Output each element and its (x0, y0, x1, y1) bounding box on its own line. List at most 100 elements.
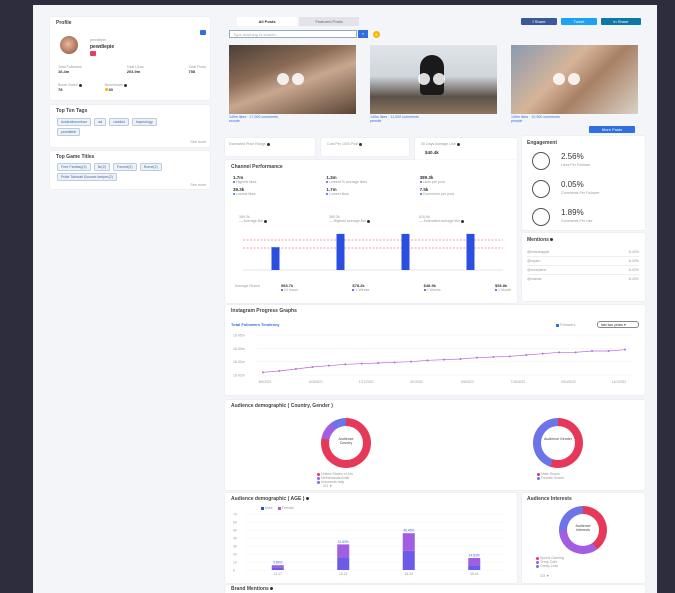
data-point (377, 362, 380, 364)
posts-section: All Posts Featured Posts f Share Tweet i… (225, 17, 645, 137)
info-icon[interactable] (550, 238, 554, 242)
data-point (574, 351, 577, 354)
more-posts-button[interactable]: More Posts (589, 126, 635, 133)
data-point (525, 354, 528, 356)
y-tick-label: 40 (233, 536, 237, 540)
data-point (360, 362, 363, 365)
bar-value-label: 31.83% (338, 540, 349, 544)
data-point (278, 370, 281, 372)
play-icon[interactable] (277, 73, 289, 85)
linkedin-share-button[interactable]: in Share (601, 18, 641, 25)
x-tick-label: 8/5/2021 (259, 380, 272, 384)
channel-performance-card: Channel Performance 1.7m Highest likes 1.… (225, 160, 517, 303)
game-title-pill[interactable]: Rome(2) (139, 163, 162, 171)
video-icon (292, 73, 304, 85)
data-point (294, 368, 297, 370)
avatar (60, 36, 78, 54)
stat-likes: Total Likes 203.9m (126, 65, 144, 74)
post-card[interactable]: 140m likes · 11,000 comments pewdie (370, 45, 497, 124)
post-thumbnail[interactable] (229, 45, 356, 114)
x-tick-label: 7/18/2022 (511, 380, 526, 384)
age-bar-female (337, 544, 350, 558)
play-icon[interactable] (553, 73, 565, 85)
twitter-tweet-button[interactable]: Tweet (561, 18, 597, 25)
x-tick-label: 25-34 (405, 572, 414, 576)
profile-edit-icon[interactable] (200, 30, 206, 35)
stat-posts: Total Posts 758 (188, 65, 206, 74)
tag-pill[interactable]: nzddist (109, 118, 129, 126)
tag-pill[interactable]: trapnology (131, 118, 157, 126)
tag-pill[interactable]: #videoliveontour (57, 118, 92, 126)
post-card[interactable]: 140m likes · 10,900 comments pewpie (511, 45, 638, 124)
post-thumbnail[interactable] (370, 45, 497, 114)
timeframe-dropdown[interactable]: last two years ▾ (597, 321, 639, 328)
mention-row[interactable]: @marzia 8.43% (527, 275, 639, 283)
bar-stat: 389.3k — Average like (239, 215, 329, 223)
data-point (344, 363, 347, 366)
gender-legend: Male Suses Female Suses (537, 472, 564, 480)
profile-stats: Total Followers 16.4m Total Likes 203.9m T… (58, 65, 206, 74)
tags-see-more-link[interactable]: See more (190, 140, 206, 144)
tag-pill[interactable]: pewdiebit (57, 128, 81, 136)
y-tick-label: 16.42m (233, 374, 245, 378)
mention-row[interactable]: @brianeapple 8.43% (527, 248, 639, 257)
facebook-share-button[interactable]: f Share (521, 18, 557, 25)
bar-stats-row: 389.3k — Average like 389.3k — Highest ave… (239, 215, 509, 223)
game-title-pill[interactable]: Nr(2) (93, 163, 110, 171)
reach-item: $78.2k 1 Weeks (352, 283, 370, 292)
progress-subheading: Total Followers Tendency (231, 322, 280, 327)
info-icon[interactable] (270, 587, 274, 591)
age-bar-chart: 70 60 50 40 30 20 10 0 5.89% 13-17 31.83% 18-24 46.4… (233, 512, 507, 576)
video-icon (433, 73, 445, 85)
channel-stat: 39.3k Lowest likes (233, 187, 256, 196)
tab-featured-posts[interactable]: Featured Posts (299, 17, 359, 26)
demographics-country-heading: Audience demographic ( Country, Gender ) (231, 403, 333, 409)
post-author[interactable]: ecoute (229, 119, 356, 123)
bar-value-label: 14.83% (469, 554, 480, 558)
info-icon[interactable] (359, 142, 363, 146)
x-tick-label: 9/10/2022 (561, 380, 576, 384)
followers-line (262, 349, 626, 373)
reach-legend: 983.7k 24 hours $78.2k 1 Weeks $48.9k 3 Wee… (281, 283, 511, 292)
price-range-card: Estimated Price Range (225, 138, 315, 156)
games-see-more-link[interactable]: See more (190, 183, 206, 187)
x-tick-label: 11/1/2022 (612, 380, 627, 384)
interests-legend-pager[interactable]: 2/3 ▼ (540, 574, 550, 578)
progress-legend: Followers (556, 323, 575, 327)
channel-performance-heading: Channel Performance (231, 164, 283, 170)
channel-bar-chart (243, 233, 503, 271)
data-point (393, 361, 396, 364)
progress-heading: Instagram Progress Graphs (231, 308, 297, 314)
instagram-icon (90, 51, 96, 56)
post-card[interactable]: 140m likes · 17,000 comments ecoute (229, 45, 356, 124)
mention-row[interactable]: @zoreplane 8.43% (527, 266, 639, 275)
info-icon[interactable] (305, 497, 309, 501)
search-input[interactable]: Type anything to search... (229, 30, 357, 38)
age-bar-female (468, 558, 481, 566)
data-point (262, 371, 264, 374)
gender-donut: Audience Gender (533, 418, 583, 468)
game-title-pill[interactable]: Pride Tahrirah Bounce keeper(2) (57, 173, 117, 181)
post-author[interactable]: pewpie (511, 119, 638, 123)
country-legend-pager[interactable]: 2/3 ▼ (323, 484, 333, 488)
tab-all-posts[interactable]: All Posts (237, 17, 297, 26)
post-thumbnail[interactable] (511, 45, 638, 114)
search-button[interactable]: ⌕ (358, 30, 368, 38)
benchmark-score: Benchmark 60 (104, 83, 128, 92)
video-icon (568, 73, 580, 85)
post-author[interactable]: pewdie (370, 119, 497, 123)
mention-row[interactable]: @mpzm 8.43% (527, 257, 639, 266)
play-icon[interactable] (418, 73, 430, 85)
interests-legend: Sports Gaming Temp Cafe Camp Less (536, 556, 564, 568)
average-reach-label: Average Reach (235, 284, 260, 288)
info-icon[interactable] (456, 142, 460, 146)
audience-interests-heading: Audience Interests (527, 496, 572, 502)
tag-pill[interactable]: ad (94, 118, 107, 126)
game-title-pill[interactable]: Free Fantasy(3) (57, 163, 91, 171)
age-bar-female (402, 533, 415, 551)
progress-graph-card: Instagram Progress Graphs Total Follower… (225, 305, 645, 395)
tag-list: #videoliveontour ad nzddist trapnology p… (56, 117, 176, 137)
info-icon[interactable] (266, 142, 270, 146)
y-tick-label: 50 (233, 528, 237, 532)
game-title-pill[interactable]: Forced(2) (113, 163, 137, 171)
